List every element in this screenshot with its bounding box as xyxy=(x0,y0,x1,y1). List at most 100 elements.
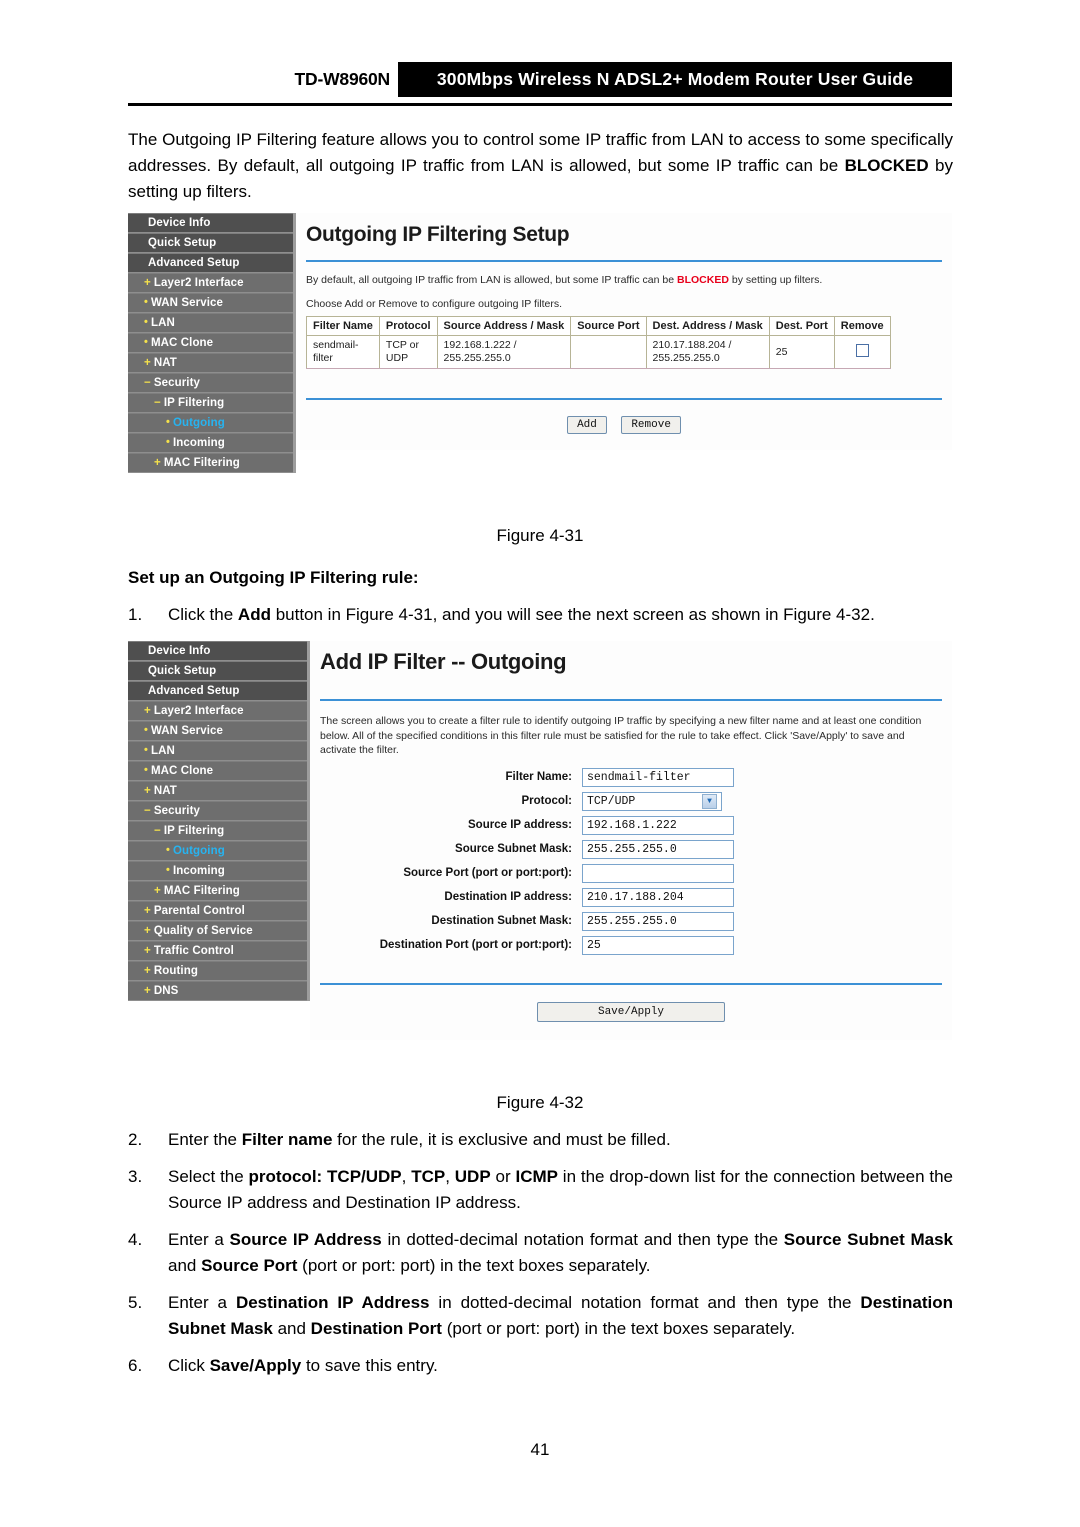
sidebar-item-label: Incoming xyxy=(172,865,225,877)
sidebar-item-label: IP Filtering xyxy=(163,825,225,837)
bullet-icon: • xyxy=(166,844,170,856)
sidebar-item-label: WAN Service xyxy=(150,297,224,309)
sidebar-item-outgoing[interactable]: • Outgoing xyxy=(128,841,307,861)
sidebar-item-label: Parental Control xyxy=(153,905,245,917)
sidebar-item-quick-setup[interactable]: Quick Setup xyxy=(128,233,293,253)
sidebar-item-lan[interactable]: • LAN xyxy=(128,313,293,333)
remove-button[interactable]: Remove xyxy=(621,416,681,434)
sidebar-item-ip-filtering[interactable]: − IP Filtering xyxy=(128,821,307,841)
expand-plus-icon: + xyxy=(144,357,151,369)
sidebar-item-security[interactable]: − Security xyxy=(128,801,307,821)
cell-filter-name: sendmail-filter xyxy=(306,335,380,369)
sidebar-item-label: Incoming xyxy=(172,437,225,449)
sidebar-item-label: Quality of Service xyxy=(153,925,253,937)
sidebar-item-mac-filtering[interactable]: + MAC Filtering xyxy=(128,453,293,473)
field-label: Filter Name: xyxy=(505,771,572,783)
step-number: 6. xyxy=(128,1356,143,1375)
sidebar-item-outgoing[interactable]: • Outgoing xyxy=(128,413,293,433)
panel-note: By default, all outgoing IP traffic from… xyxy=(296,262,952,287)
sidebar-item-incoming[interactable]: • Incoming xyxy=(128,433,293,453)
sidebar-item-wan-service[interactable]: • WAN Service xyxy=(128,293,293,313)
intro-text-part1: The Outgoing IP Filtering feature allows… xyxy=(128,130,953,175)
sidebar-item-layer2-interface[interactable]: + Layer2 Interface xyxy=(128,273,293,293)
steps-list-first: 1. Click the Add button in Figure 4-31, a… xyxy=(128,602,953,639)
select-value: TCP/UDP xyxy=(587,794,636,808)
chevron-down-icon[interactable]: ▼ xyxy=(702,793,717,809)
form-row: Source Port (port or port:port): xyxy=(310,863,952,883)
sidebar-nav-list-fig2[interactable]: Device Info Quick Setup Advanced Setup + Lay… xyxy=(128,641,307,1001)
sidebar-item-nat[interactable]: + NAT xyxy=(128,353,293,373)
save-button-row: Save/Apply xyxy=(310,985,952,1040)
bullet-icon: • xyxy=(166,416,170,428)
sidebar-item-mac-clone[interactable]: • MAC Clone xyxy=(128,333,293,353)
field-label: Destination Port (port or port:port): xyxy=(379,939,572,951)
sidebar-item-nat[interactable]: + NAT xyxy=(128,781,307,801)
expand-plus-icon: + xyxy=(144,985,151,997)
remove-checkbox[interactable] xyxy=(855,343,869,357)
table-col-header: Filter Name xyxy=(306,316,380,336)
step-number: 5. xyxy=(128,1293,143,1312)
sidebar-item-ip-filtering[interactable]: − IP Filtering xyxy=(128,393,293,413)
field-label: Source Subnet Mask: xyxy=(455,843,572,855)
form-row: Destination IP address: 210.17.188.204 xyxy=(310,887,952,907)
form-row: Protocol: TCP/UDP ▼ xyxy=(310,791,952,811)
sidebar-item-quality-of-service[interactable]: + Quality of Service xyxy=(128,921,307,941)
panel-note-secondary: Choose Add or Remove to configure outgoi… xyxy=(306,298,563,310)
step-number: 4. xyxy=(128,1230,143,1249)
sidebar-item-mac-filtering[interactable]: + MAC Filtering xyxy=(128,881,307,901)
sidebar-item-wan-service[interactable]: • WAN Service xyxy=(128,721,307,741)
sidebar-item-label: LAN xyxy=(150,745,175,757)
expand-plus-icon: + xyxy=(144,925,151,937)
step-item: 5. Enter a Destination IP Address in dott… xyxy=(128,1290,953,1342)
sidebar-item-label: Security xyxy=(153,377,201,389)
table-body: sendmail-filter TCP or UDP 192.168.1.222 /2… xyxy=(306,335,891,369)
destination-port-port-or-port-port-input[interactable]: 25 xyxy=(582,935,734,955)
router-content-fig2: Add IP Filter -- Outgoing The screen all… xyxy=(310,641,952,1040)
sidebar-item-routing[interactable]: + Routing xyxy=(128,961,307,981)
source-subnet-mask-input[interactable]: 255.255.255.0 xyxy=(582,839,734,859)
filter-name-input[interactable]: sendmail-filter xyxy=(582,767,734,787)
field-label: Destination IP address: xyxy=(444,891,572,903)
add-panel-description: The screen allows you to create a filter… xyxy=(320,715,922,756)
sidebar-item-label: DNS xyxy=(153,985,179,997)
expand-plus-icon: + xyxy=(144,905,151,917)
router-sidebar-fig1[interactable]: Device Info Quick Setup Advanced Setup + Lay… xyxy=(128,213,296,473)
step-number: 3. xyxy=(128,1167,143,1186)
sidebar-item-label: MAC Filtering xyxy=(163,457,240,469)
destination-ip-address-input[interactable]: 210.17.188.204 xyxy=(582,887,734,907)
sidebar-item-dns[interactable]: + DNS xyxy=(128,981,307,1001)
router-sidebar-fig2[interactable]: Device Info Quick Setup Advanced Setup + Lay… xyxy=(128,641,310,1001)
sidebar-item-label: Device Info xyxy=(148,645,211,657)
sidebar-item-incoming[interactable]: • Incoming xyxy=(128,861,307,881)
sidebar-item-lan[interactable]: • LAN xyxy=(128,741,307,761)
source-port-port-or-port-port-input[interactable] xyxy=(582,863,734,883)
collapse-minus-icon: − xyxy=(154,825,161,837)
sidebar-item-traffic-control[interactable]: + Traffic Control xyxy=(128,941,307,961)
sidebar-item-advanced-setup[interactable]: Advanced Setup xyxy=(128,681,307,701)
sidebar-item-label: Advanced Setup xyxy=(148,685,240,697)
sidebar-item-security[interactable]: − Security xyxy=(128,373,293,393)
add-button[interactable]: Add xyxy=(567,416,607,434)
protocol-select[interactable]: TCP/UDP ▼ xyxy=(582,791,722,811)
destination-subnet-mask-input[interactable]: 255.255.255.0 xyxy=(582,911,734,931)
field-label: Destination Subnet Mask: xyxy=(431,915,572,927)
sidebar-item-label: NAT xyxy=(153,357,177,369)
table-header-row: Filter Name Protocol Source Address / Mask… xyxy=(306,316,891,336)
sidebar-item-device-info[interactable]: Device Info xyxy=(128,641,307,661)
figure-4-32-caption: Figure 4-32 xyxy=(496,1093,584,1112)
sidebar-item-mac-clone[interactable]: • MAC Clone xyxy=(128,761,307,781)
sidebar-item-quick-setup[interactable]: Quick Setup xyxy=(128,661,307,681)
sidebar-item-advanced-setup[interactable]: Advanced Setup xyxy=(128,253,293,273)
step-item: 3. Select the protocol: TCP/UDP, TCP, UDP… xyxy=(128,1164,953,1216)
table-col-header: Source Address / Mask xyxy=(436,316,572,336)
figure-4-31-caption: Figure 4-31 xyxy=(496,526,584,545)
add-filter-form[interactable]: Filter Name: sendmail-filter Protocol: TCP/… xyxy=(310,767,952,955)
sidebar-nav-list-fig1[interactable]: Device Info Quick Setup Advanced Setup + Lay… xyxy=(128,213,293,473)
save-apply-button[interactable]: Save/Apply xyxy=(536,1001,725,1022)
sidebar-item-label: Routing xyxy=(153,965,198,977)
sidebar-item-parental-control[interactable]: + Parental Control xyxy=(128,901,307,921)
source-ip-address-input[interactable]: 192.168.1.222 xyxy=(582,815,734,835)
form-row: Destination Subnet Mask: 255.255.255.0 xyxy=(310,911,952,931)
sidebar-item-device-info[interactable]: Device Info xyxy=(128,213,293,233)
sidebar-item-layer2-interface[interactable]: + Layer2 Interface xyxy=(128,701,307,721)
